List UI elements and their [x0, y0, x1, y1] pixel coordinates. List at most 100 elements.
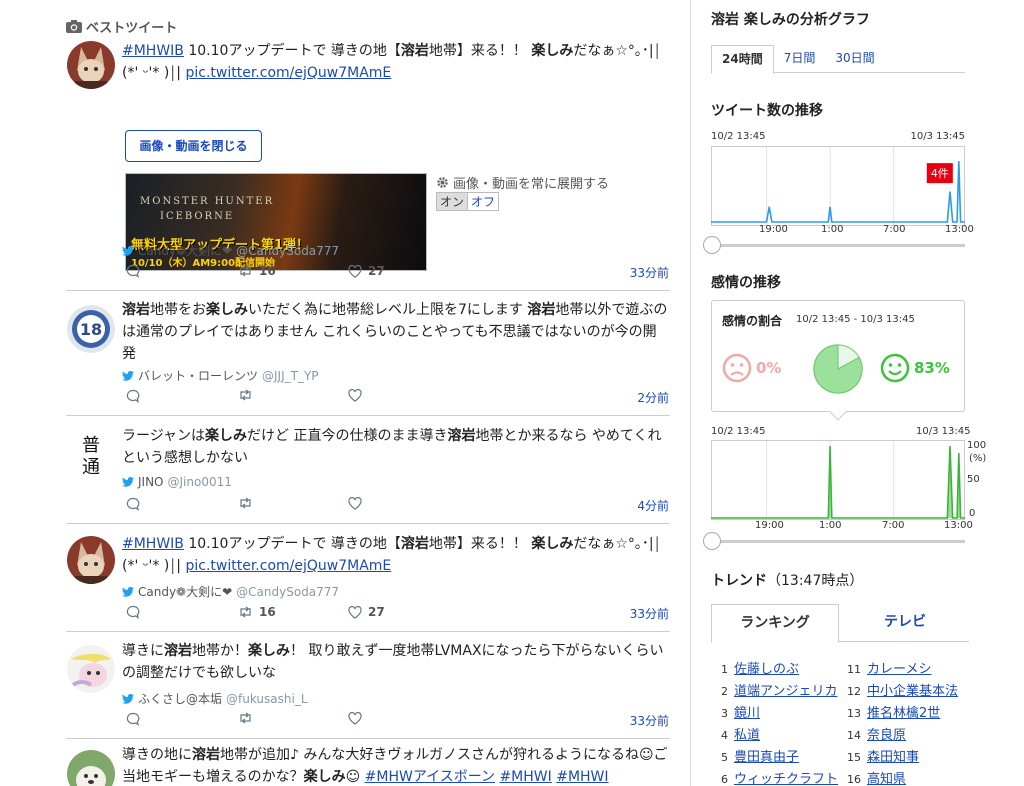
tweet-card: #MHWIB 10.10アップデートで 導きの地【溶岩地帯】来る！！ 楽しみだな… [66, 40, 670, 291]
retweet-button[interactable]: 16 [238, 605, 276, 619]
x-tick-label: 13:00 [945, 224, 974, 235]
time-slider[interactable] [703, 236, 965, 254]
tweet-card: 導きの地に溶岩地帯が追加♪ みんな大好きヴォルガノスさんが狩れるようになるね☺ご… [66, 744, 670, 786]
x-tick-label: 7:00 [882, 520, 905, 531]
heart-icon [348, 712, 362, 725]
tweet-card: 導きに溶岩地帯か！楽しみ！ 取り敢えず一度地帯LVMAXになったら下がらないくら… [66, 640, 670, 739]
avatar[interactable] [67, 41, 115, 89]
avatar[interactable] [67, 536, 115, 584]
trend-rank: 16 [847, 773, 861, 786]
slider-handle[interactable] [703, 532, 721, 550]
tweet-time[interactable]: 33分前 [630, 605, 669, 622]
emotion-range: 10/2 13:45 - 10/3 13:45 [796, 314, 915, 325]
like-button[interactable]: 27 [348, 605, 385, 619]
retweet-button[interactable] [238, 389, 253, 401]
slider-handle[interactable] [703, 236, 721, 254]
sentiment-line [711, 445, 965, 519]
retweet-button[interactable] [238, 497, 253, 509]
hashtag-link[interactable]: #MHWIB [122, 43, 184, 59]
plot-frame [711, 440, 965, 520]
trend-link[interactable]: ウィッチクラフト [734, 768, 838, 786]
reply-button[interactable] [126, 264, 140, 278]
trend-time: （13:47時点） [767, 573, 864, 589]
user-handle: @CandySoda777 [236, 584, 340, 599]
trend-link[interactable]: 道端アンジェリカ [734, 680, 837, 699]
hashtag-link[interactable]: #MHWアイスボーン [365, 769, 495, 785]
trend-link[interactable]: 豊田真由子 [734, 746, 799, 765]
trend-item: 16 高知県 [847, 768, 906, 786]
trend-link[interactable]: 佐藤しのぶ [734, 658, 799, 677]
trend-link[interactable]: 推名林檎2世 [867, 702, 940, 721]
trend-link[interactable]: 中小企業基本法 [867, 680, 958, 699]
tweet-actions: 2分前 [126, 389, 670, 405]
like-button[interactable] [348, 497, 362, 510]
positive-stat: 83% [880, 353, 950, 383]
retweet-button[interactable] [238, 712, 253, 724]
divider [66, 290, 670, 291]
analysis-title: 溶岩 楽しみの分析グラフ [711, 12, 870, 28]
heart-icon [348, 264, 362, 278]
tweet-user[interactable]: JINO @Jino0011 [122, 475, 232, 489]
trend-item: 13 推名林檎2世 [847, 702, 940, 721]
sad-face-icon [722, 353, 752, 383]
like-button[interactable] [348, 389, 362, 402]
trend-link[interactable]: 高知県 [867, 768, 906, 786]
close-media-button[interactable]: 画像・動画を閉じる [125, 130, 262, 162]
like-button[interactable]: 27 [348, 264, 385, 278]
trend-link[interactable]: 鏡川 [734, 702, 760, 721]
avatar[interactable] [67, 645, 115, 693]
reply-button[interactable] [126, 712, 140, 726]
trend-tabs: ランキング テレビ [711, 604, 969, 643]
trend-link[interactable]: カレーメシ [867, 658, 931, 677]
media-link[interactable]: pic.twitter.com/ejQuw7MAmE [185, 558, 391, 574]
avatar[interactable]: 普通 [67, 429, 115, 477]
tweet-time[interactable]: 33分前 [630, 712, 669, 729]
avatar[interactable] [67, 750, 115, 786]
tweet-body: ラージャンは楽しみだけど 正直今の仕様のまま導き溶岩地帯とか来るなら やめてくれ… [122, 428, 662, 466]
tweet-body: 導きに溶岩地帯か！楽しみ！ 取り敢えず一度地帯LVMAXになったら下がらないくら… [122, 643, 664, 681]
media-link[interactable]: pic.twitter.com/ejQuw7MAmE [185, 65, 391, 81]
trend-link[interactable]: 森田知事 [867, 746, 919, 765]
tab-30d[interactable]: 30日間 [825, 45, 884, 73]
trend-item: 14 奈良原 [847, 724, 906, 743]
tab-ranking[interactable]: ランキング [711, 604, 839, 643]
smile-face-icon [880, 353, 910, 383]
tweet-time[interactable]: 33分前 [630, 264, 669, 281]
hashtag-link[interactable]: #MHWIB [122, 536, 184, 552]
tweet-time[interactable]: 2分前 [637, 389, 669, 406]
tweet-user[interactable]: ふくさし@本垢 @fukusashi_L [122, 690, 308, 707]
hashtag-link[interactable]: #MHWI [499, 769, 551, 785]
tweet-text: 導きの地に溶岩地帯が追加♪ みんな大好きヴォルガノスさんが狩れるようになるね☺ご… [122, 744, 670, 786]
trend-link[interactable]: 私道 [734, 724, 760, 743]
trend-link[interactable]: 奈良原 [867, 724, 906, 743]
trend-rank: 4 [721, 729, 728, 742]
tweet-time[interactable]: 4分前 [637, 497, 669, 514]
reply-button[interactable] [126, 497, 140, 511]
tweet-text: 溶岩地帯をお楽しみいただく為に地帯総レベル上限を7にします 溶岩地帯以外で遊ぶの… [122, 299, 670, 365]
y-tick-label: 100 [967, 440, 987, 451]
range-start-label: 10/2 13:45 [711, 131, 766, 142]
tweet-user[interactable]: Candy❁大剣に❤ @CandySoda777 [122, 242, 339, 259]
tweet-actions: 33分前 [126, 712, 670, 728]
tab-24h[interactable]: 24時間 [711, 45, 774, 74]
range-start-label: 10/2 13:45 [711, 426, 766, 437]
x-tick-label: 19:00 [759, 224, 788, 235]
retweet-button[interactable]: 16 [238, 264, 276, 278]
tweet-user[interactable]: Candy❁大剣に❤ @CandySoda777 [122, 583, 339, 600]
avatar[interactable]: 18 [67, 305, 115, 353]
user-handle: @fukusashi_L [226, 691, 308, 706]
plot-frame [711, 146, 965, 226]
divider [66, 631, 670, 632]
toggle-on[interactable]: オン [436, 192, 469, 211]
reply-button[interactable] [126, 389, 140, 403]
tweet-user[interactable]: バレット・ローレンツ @JJJ_T_YP [122, 367, 319, 384]
tab-7d[interactable]: 7日間 [774, 45, 826, 73]
time-slider[interactable] [703, 532, 965, 550]
reply-button[interactable] [126, 605, 140, 619]
toggle-off[interactable]: オフ [468, 192, 500, 211]
hashtag-link[interactable]: #MHWI [556, 769, 608, 785]
like-button[interactable] [348, 712, 362, 725]
peak-badge-label: 4件 [931, 167, 949, 180]
tweet-actions: 4分前 [126, 497, 670, 513]
tab-tv[interactable]: テレビ [841, 604, 969, 642]
